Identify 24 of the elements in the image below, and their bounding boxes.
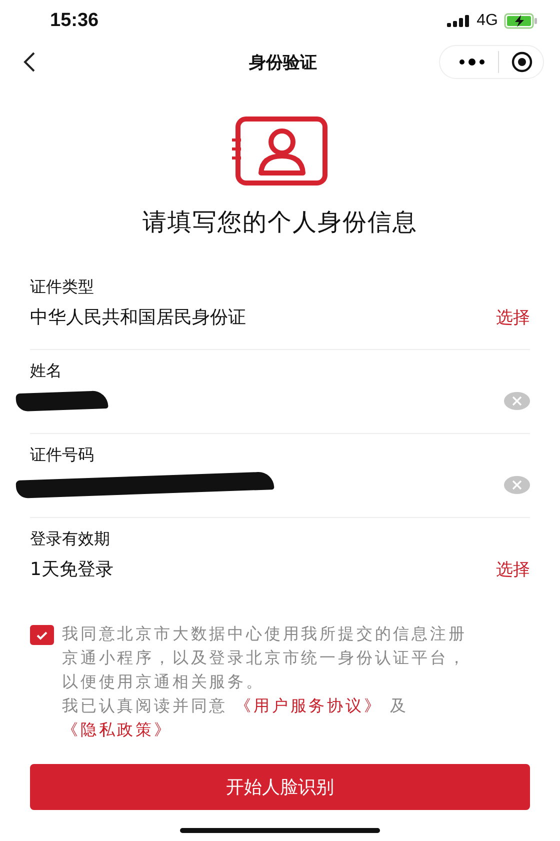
agreement-text: 我同意北京市大数据中心使用我所提交的信息注册京通小程序，以及登录北京市统一身份认证平台，以便使用京通相关服务。 (62, 623, 468, 693)
select-link[interactable]: 选择 (496, 558, 530, 580)
id-card-person-icon (232, 116, 328, 186)
field-value[interactable]: 中华人民共和国居民身份证 (30, 305, 246, 329)
status-time: 15:36 (50, 10, 99, 32)
agree-checkbox[interactable] (30, 625, 54, 645)
agreement-links-text: 我已认真阅读并同意 《用户服务协议》 及 《隐私政策》 (62, 695, 410, 741)
signal-icon (446, 15, 471, 27)
field-value[interactable]: 1天免登录 (30, 557, 114, 581)
start-face-button[interactable]: 开始人脸识别 (30, 764, 530, 810)
field-label: 登录有效期 (30, 528, 111, 550)
policy-link[interactable]: 《用户服务协议》 (235, 696, 382, 715)
field-label: 证件号码 (30, 444, 95, 466)
policy-link[interactable]: 《隐私政策》 (62, 720, 172, 739)
field-label: 姓名 (30, 360, 63, 382)
battery-charging-icon (504, 13, 538, 29)
more-icon[interactable] (458, 57, 486, 67)
back-icon[interactable] (22, 51, 36, 73)
network-label: 4G (476, 12, 498, 30)
page-title: 身份验证 (249, 52, 317, 74)
field-label: 证件类型 (30, 276, 95, 298)
checkmark-icon (36, 630, 48, 640)
form-heading: 请填写您的个人身份信息 (142, 207, 418, 238)
select-link[interactable]: 选择 (496, 306, 530, 328)
